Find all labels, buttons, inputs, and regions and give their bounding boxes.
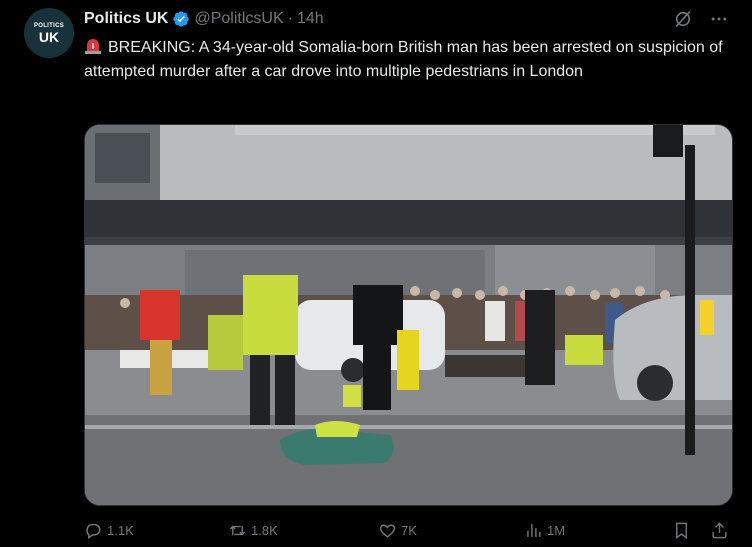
views-button[interactable]: 1M: [524, 521, 565, 540]
repost-button[interactable]: 1.8K: [228, 521, 278, 540]
tweet-actions: 1.1K 1.8K 7K 1M: [84, 518, 732, 542]
tweet-top-icons: [672, 8, 730, 30]
timestamp[interactable]: 14h: [297, 10, 324, 28]
reply-button[interactable]: 1.1K: [84, 521, 134, 540]
avatar-text-small: POLITICS: [33, 22, 65, 29]
siren-emoji-icon: [84, 38, 102, 54]
author-handle[interactable]: @PolitlcsUK: [194, 10, 283, 28]
tweet[interactable]: POLITICS UK Politics UK @PolitlcsUK · 14…: [0, 0, 752, 547]
tweet-header: Politics UK @PolitlcsUK · 14h: [84, 9, 324, 29]
repost-icon: [229, 525, 246, 535]
bookmark-icon: [676, 522, 687, 539]
tweet-text-content: BREAKING: A 34-year-old Somalia-born Bri…: [84, 39, 723, 80]
like-button[interactable]: 7K: [378, 521, 417, 540]
verified-badge-icon: [172, 10, 190, 28]
views-count: 1M: [547, 522, 566, 538]
separator-dot: ·: [287, 10, 293, 27]
bookmark-button[interactable]: [672, 521, 691, 540]
reply-icon: [86, 523, 101, 539]
tweet-text: BREAKING: A 34-year-old Somalia-born Bri…: [84, 36, 724, 84]
avatar-text-big: UK: [38, 28, 60, 45]
grok-icon[interactable]: [672, 8, 694, 30]
reply-count: 1.1K: [107, 522, 134, 538]
avatar[interactable]: POLITICS UK: [24, 8, 74, 58]
news-photo-street-scene: [85, 125, 732, 505]
like-icon: [379, 524, 396, 538]
author-name[interactable]: Politics UK: [84, 10, 168, 28]
share-button[interactable]: [710, 521, 729, 540]
like-count: 7K: [401, 522, 417, 538]
more-icon[interactable]: [708, 8, 730, 30]
repost-count: 1.8K: [251, 522, 278, 538]
tweet-media-photo[interactable]: [84, 124, 733, 506]
share-icon: [712, 521, 727, 538]
views-icon: [527, 523, 541, 537]
